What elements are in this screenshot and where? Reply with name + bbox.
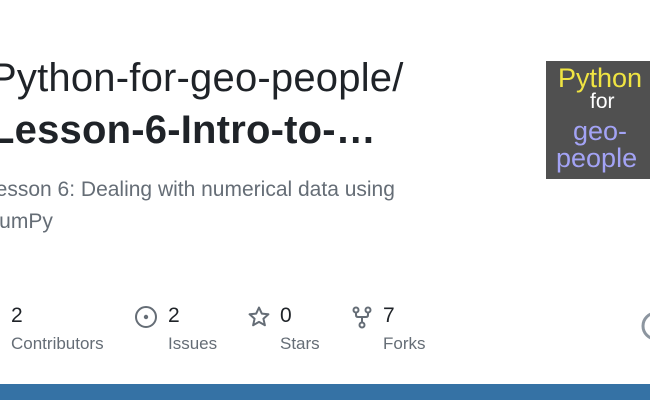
stat-issues[interactable]: 2 Issues	[134, 302, 224, 358]
stat-contributors[interactable]: 2 Contributors	[0, 302, 110, 358]
stat-forks[interactable]: 7 Forks	[350, 302, 440, 358]
forks-label: Forks	[383, 334, 426, 353]
stars-label: Stars	[280, 334, 320, 353]
stars-count: 0	[280, 304, 292, 327]
repo-description: Lesson 6: Dealing with numerical data us…	[0, 178, 395, 233]
star-icon	[248, 306, 270, 327]
stat-stars[interactable]: 0 Stars	[247, 302, 327, 358]
contributors-count: 2	[11, 304, 23, 327]
language-color-bar	[0, 384, 650, 400]
forks-count: 7	[383, 304, 395, 327]
github-logo-icon	[641, 312, 650, 340]
repo-owner-title[interactable]: Python-for-geo-people/	[0, 56, 404, 101]
issues-label: Issues	[168, 334, 218, 353]
repo-social-card: Python-for-geo-people/ Lesson-6-Intro-to…	[0, 0, 650, 400]
repo-name-title[interactable]: Lesson-6-Intro-to-…	[0, 108, 376, 153]
logo-text-for: for	[590, 90, 615, 113]
contributors-label: Contributors	[11, 334, 104, 353]
repo-forked-icon	[352, 306, 372, 329]
issue-opened-icon	[135, 306, 157, 328]
owner-avatar-logo[interactable]: Python for geo- people	[546, 61, 650, 179]
issues-count: 2	[168, 304, 180, 327]
logo-text-people: people	[556, 143, 638, 173]
